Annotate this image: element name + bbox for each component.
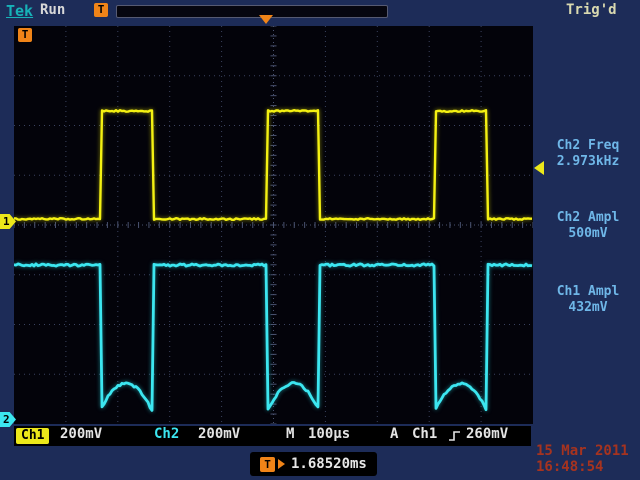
horizontal-position-marker: T	[260, 457, 275, 472]
trigger-level-value: 260mV	[466, 426, 508, 446]
date-text: 15 Mar 2011	[536, 443, 629, 459]
timebase-label: M	[286, 426, 294, 446]
status-bar: Ch1 200mV Ch2 200mV M 100µs A Ch1 260mV	[14, 426, 531, 446]
oscilloscope-screen: Tek Run T Trig'd T 1 2 Ch2 Freq 2.973kHz…	[0, 0, 640, 480]
trigger-status: Trig'd	[566, 2, 617, 18]
measurement-value: 2.973kHz	[538, 154, 638, 170]
trigger-source-label: A	[390, 426, 398, 446]
ch2-trace	[14, 264, 532, 411]
trigger-source-value: Ch1	[412, 426, 437, 446]
measurement-value: 432mV	[538, 300, 638, 316]
rising-edge-icon	[448, 429, 461, 449]
trigger-position-arrow-icon	[259, 15, 273, 24]
time-text: 16:48:54	[536, 459, 629, 475]
datetime: 15 Mar 2011 16:48:54	[536, 443, 629, 475]
measurement-readout: Ch1 Ampl 432mV	[538, 284, 638, 316]
horizontal-position-value: 1.68520ms	[291, 456, 367, 472]
measurement-readout: Ch2 Freq 2.973kHz	[538, 138, 638, 170]
measurement-value: 500mV	[538, 226, 638, 242]
ch1-scale-badge: Ch1	[16, 428, 49, 444]
measurement-label: Ch2 Ampl	[538, 210, 638, 226]
horizontal-position-readout: T 1.68520ms	[250, 452, 377, 476]
trigger-marker-badge: T	[94, 3, 108, 17]
measurement-readout: Ch2 Ampl 500mV	[538, 210, 638, 242]
brand-logo: Tek	[6, 2, 33, 20]
measurement-label: Ch2 Freq	[538, 138, 638, 154]
trigger-t-marker: T	[18, 28, 32, 42]
measurement-label: Ch1 Ampl	[538, 284, 638, 300]
run-status: Run	[40, 2, 65, 18]
grid	[14, 26, 533, 424]
ch2-scale-value: 200mV	[198, 426, 240, 446]
acquisition-record-bar	[116, 5, 388, 18]
ch1-scale-value: 200mV	[60, 426, 102, 446]
timebase-value: 100µs	[308, 426, 350, 446]
waveform-display	[14, 26, 533, 424]
horizontal-position-arrow-icon	[278, 459, 285, 469]
graticule	[14, 26, 533, 424]
ch2-scale-label: Ch2	[154, 426, 179, 446]
